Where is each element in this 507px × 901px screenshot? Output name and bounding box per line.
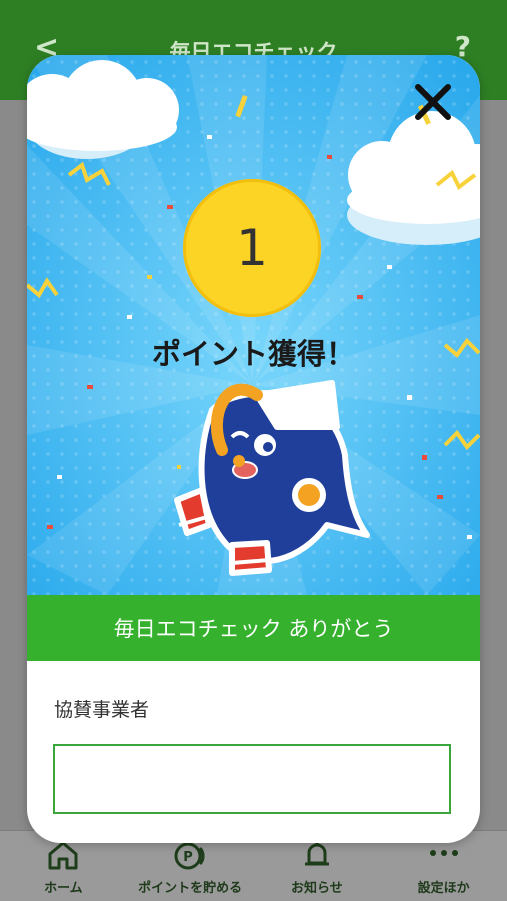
- tab-news-label: お知らせ: [291, 881, 343, 896]
- celebration-background: [27, 55, 480, 595]
- tab-home-label: ホーム: [44, 881, 83, 896]
- sponsor-box[interactable]: [53, 744, 451, 814]
- points-coin: 1: [183, 179, 321, 317]
- bell-icon: [304, 842, 329, 866]
- home-icon: [48, 841, 78, 870]
- more-icon: [429, 850, 458, 856]
- points-earned-headline: ポイント獲得！: [151, 337, 355, 371]
- thanks-banner: 毎日エコチェック ありがとう: [27, 595, 480, 661]
- tab-earn-points-label: ポイントを貯める: [138, 881, 243, 896]
- sponsor-label: 協賛事業者: [54, 699, 150, 721]
- close-icon[interactable]: [410, 79, 456, 125]
- points-icon: P: [174, 842, 205, 870]
- tab-settings-label: 設定ほか: [417, 881, 470, 896]
- svg-text:P: P: [183, 850, 193, 865]
- celebration-illustration: 1 ポイント獲得！: [27, 55, 480, 595]
- points-earned-dialog: 1 ポイント獲得！ 毎日エコチェック ありがとう 協賛事業者: [27, 55, 480, 843]
